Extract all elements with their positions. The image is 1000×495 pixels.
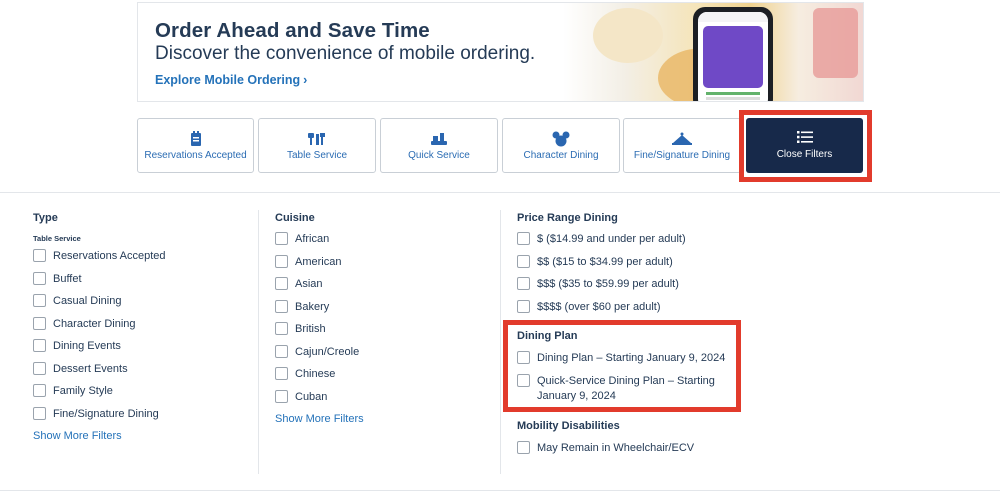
type-option[interactable]: Casual Dining [33, 294, 121, 309]
checkbox[interactable] [517, 441, 530, 454]
price-filter-column: Price Range Dining [517, 212, 618, 224]
price-option[interactable]: $ ($14.99 and under per adult) [517, 232, 686, 247]
utensils-icon [259, 131, 375, 147]
cuisine-option[interactable]: Cajun/Creole [275, 345, 359, 360]
divider [0, 192, 1000, 193]
type-option[interactable]: Character Dining [33, 317, 136, 332]
cuisine-option[interactable]: African [275, 232, 329, 247]
cuisine-option[interactable]: British [275, 322, 326, 337]
banner-title: Order Ahead and Save Time [155, 19, 430, 42]
price-option[interactable]: $$ ($15 to $34.99 per adult) [517, 255, 673, 270]
tab-character-dining[interactable]: Character Dining [502, 118, 620, 173]
checkbox[interactable] [33, 272, 46, 285]
mobility-option[interactable]: May Remain in Wheelchair/ECV [517, 441, 694, 456]
type-option[interactable]: Fine/Signature Dining [33, 407, 159, 422]
checkbox[interactable] [275, 232, 288, 245]
close-filters-label: Close Filters [776, 149, 833, 160]
column-divider [500, 210, 501, 474]
banner-link-label: Explore Mobile Ordering [155, 73, 301, 87]
tab-reservations-accepted[interactable]: Reservations Accepted [137, 118, 254, 173]
food-plate-image [593, 8, 663, 63]
price-option[interactable]: $$$ ($35 to $59.99 per adult) [517, 277, 679, 292]
cuisine-option[interactable]: American [275, 255, 341, 270]
column-divider [258, 210, 259, 474]
explore-mobile-ordering-link[interactable]: Explore Mobile Ordering › [155, 73, 307, 87]
reservation-icon [138, 131, 253, 147]
drink-cup-image [813, 8, 858, 78]
tray-icon [381, 131, 497, 147]
divider [0, 490, 1000, 491]
tab-label: Reservations Accepted [144, 150, 247, 161]
cuisine-option[interactable]: Bakery [275, 300, 329, 315]
tab-label: Table Service [286, 150, 348, 161]
checkbox[interactable] [275, 322, 288, 335]
checkbox[interactable] [33, 339, 46, 352]
dining-plan-heading: Dining Plan [517, 330, 578, 342]
dining-plan-option[interactable]: Dining Plan – Starting January 9, 2024 [517, 351, 725, 366]
checkbox[interactable] [33, 294, 46, 307]
price-option[interactable]: $$$$ (over $60 per adult) [517, 300, 661, 315]
type-option[interactable]: Dining Events [33, 339, 121, 354]
type-option[interactable]: Reservations Accepted [33, 249, 166, 264]
type-option[interactable]: Dessert Events [33, 362, 128, 377]
checkbox[interactable] [275, 255, 288, 268]
type-heading: Type [33, 212, 58, 224]
checkbox[interactable] [33, 407, 46, 420]
fine-dining-icon [624, 131, 740, 147]
checkbox[interactable] [517, 351, 530, 364]
checkbox[interactable] [33, 249, 46, 262]
cuisine-show-more-link[interactable]: Show More Filters [275, 413, 364, 425]
mobility-heading: Mobility Disabilities [517, 420, 620, 432]
tab-table-service[interactable]: Table Service [258, 118, 376, 173]
cuisine-option[interactable]: Asian [275, 277, 323, 292]
tab-label: Fine/Signature Dining [633, 150, 731, 161]
tab-label: Quick Service [408, 150, 470, 161]
checkbox[interactable] [275, 277, 288, 290]
mickey-icon [503, 131, 619, 147]
checkbox[interactable] [33, 384, 46, 397]
type-option[interactable]: Family Style [33, 384, 113, 399]
phone-mockup-image [693, 7, 773, 101]
type-option[interactable]: Buffet [33, 272, 82, 287]
checkbox[interactable] [33, 362, 46, 375]
close-filters-button[interactable]: Close Filters [746, 118, 863, 173]
cuisine-filter-column: Cuisine [275, 212, 315, 224]
checkbox[interactable] [275, 300, 288, 313]
checkbox[interactable] [517, 300, 530, 313]
tab-quick-service[interactable]: Quick Service [380, 118, 498, 173]
checkbox[interactable] [275, 390, 288, 403]
tab-label: Character Dining [523, 150, 599, 161]
type-show-more-link[interactable]: Show More Filters [33, 430, 122, 442]
chevron-right-icon: › [303, 73, 308, 87]
checkbox[interactable] [33, 317, 46, 330]
checkbox[interactable] [275, 367, 288, 380]
list-icon [746, 130, 863, 146]
cuisine-heading: Cuisine [275, 212, 315, 224]
banner-subtitle: Discover the convenience of mobile order… [155, 43, 536, 64]
checkbox[interactable] [517, 232, 530, 245]
table-service-subheading: Table Service [33, 234, 81, 243]
type-filter-column: Type Table Service [33, 212, 81, 243]
checkbox[interactable] [517, 255, 530, 268]
phone-screen [698, 12, 768, 101]
cuisine-option[interactable]: Chinese [275, 367, 335, 382]
checkbox[interactable] [517, 374, 530, 387]
banner-image [563, 3, 863, 101]
mobile-ordering-banner: Order Ahead and Save Time Discover the c… [137, 2, 864, 102]
price-range-heading: Price Range Dining [517, 212, 618, 224]
tab-fine-signature-dining[interactable]: Fine/Signature Dining [623, 118, 741, 173]
quick-service-dining-plan-option[interactable]: Quick-Service Dining Plan – Starting Janu… [517, 374, 715, 404]
cuisine-option[interactable]: Cuban [275, 390, 327, 405]
checkbox[interactable] [275, 345, 288, 358]
checkbox[interactable] [517, 277, 530, 290]
